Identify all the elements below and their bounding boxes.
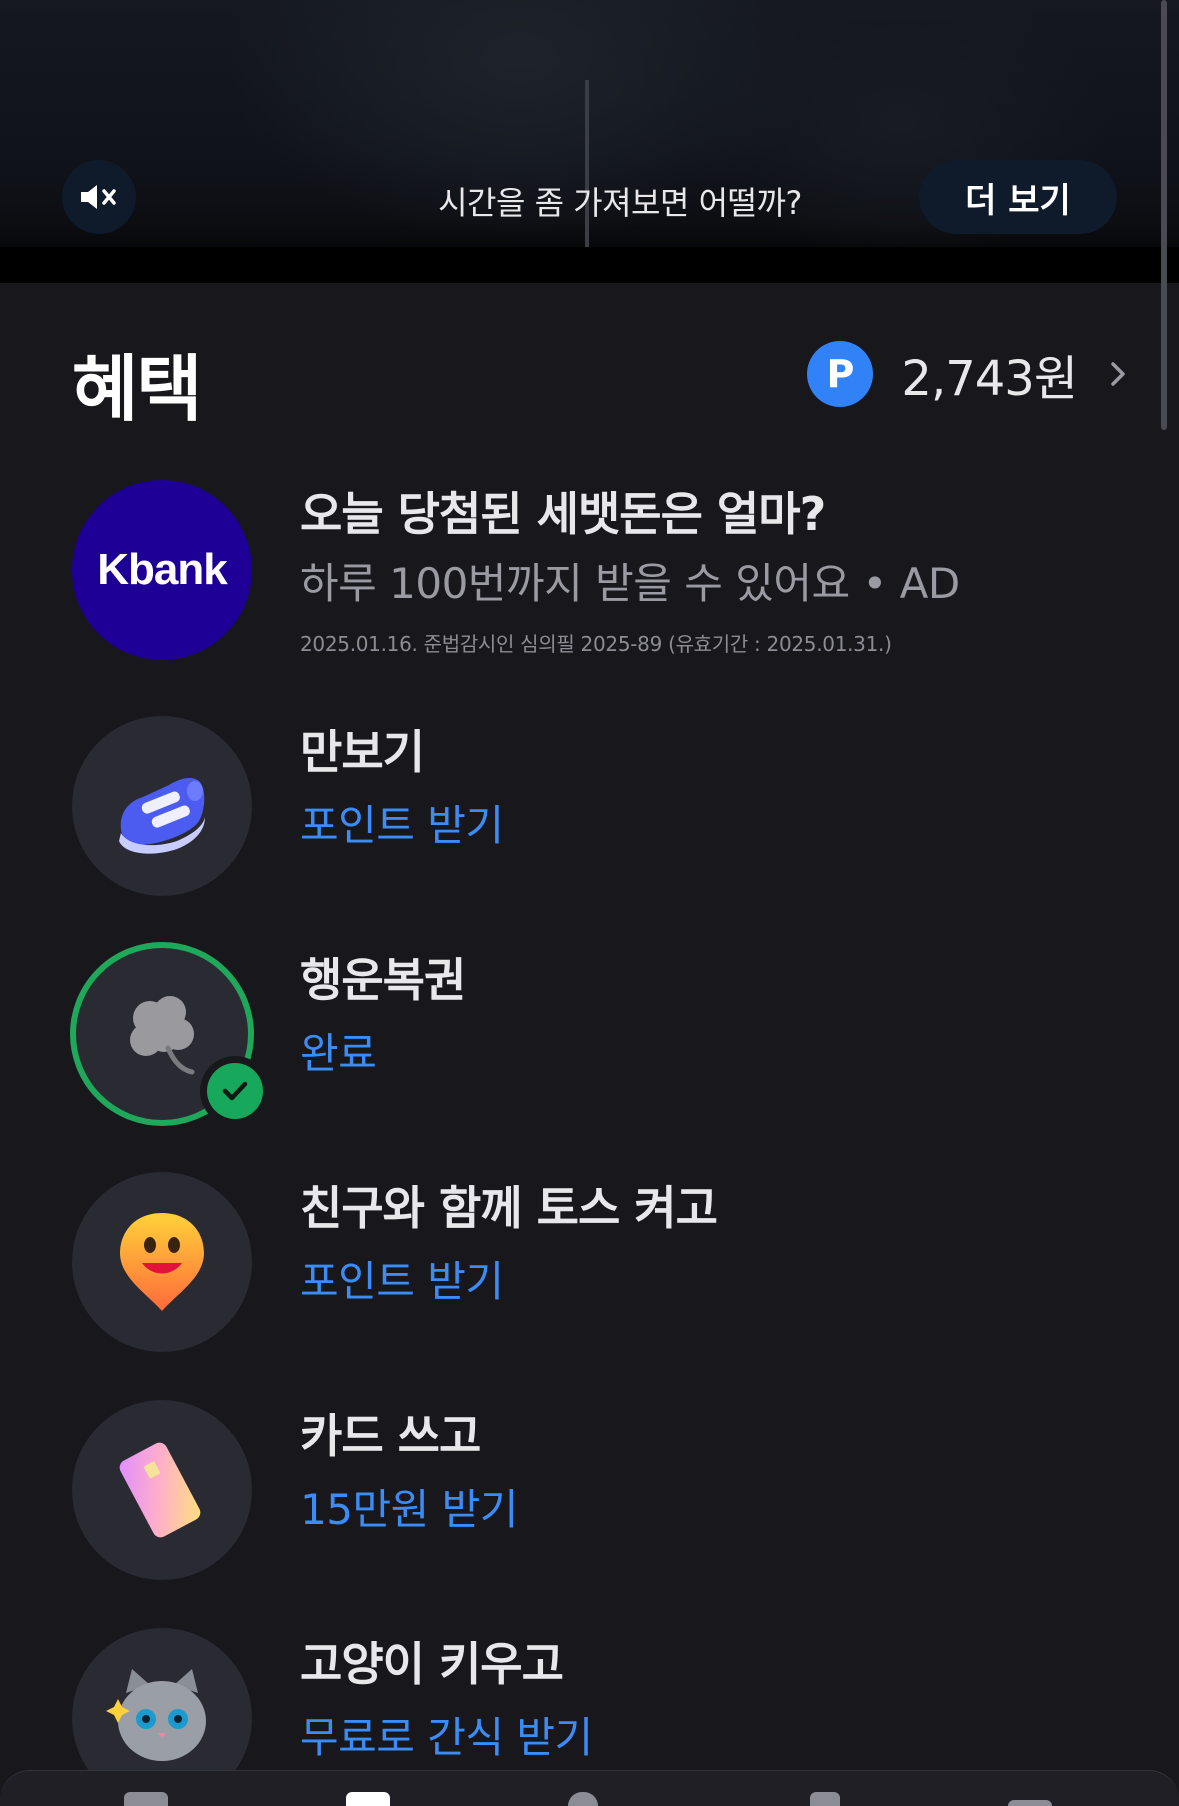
card-icon: [119, 1442, 201, 1538]
item-action[interactable]: 15만원 받기: [300, 1480, 518, 1540]
list-item-card[interactable]: 카드 쓰고 15만원 받기: [72, 1400, 1132, 1580]
scrollbar[interactable]: [1161, 0, 1167, 430]
item-title: 오늘 당첨된 세뱃돈은 얼마?: [300, 487, 826, 541]
kbank-logo-text: Kbank: [97, 545, 227, 594]
cat-icon: [106, 1669, 206, 1761]
points-summary[interactable]: P 2,743원: [807, 338, 1131, 410]
list-item-pedometer[interactable]: 만보기 포인트 받기: [72, 716, 1132, 896]
list-item-lottery[interactable]: 행운복권 완료: [70, 942, 1132, 1126]
item-title: 친구와 함께 토스 켜고: [300, 1181, 718, 1235]
completed-badge: [200, 1056, 270, 1126]
smiley-pin-icon: [120, 1213, 204, 1311]
speaker-muted-icon: [81, 185, 116, 209]
item-action[interactable]: 포인트 받기: [300, 796, 504, 856]
menu-tab-icon[interactable]: [1008, 1800, 1052, 1806]
item-action[interactable]: 무료로 간식 받기: [300, 1708, 593, 1768]
item-action[interactable]: 포인트 받기: [300, 1252, 717, 1312]
points-value: 2,743원: [901, 351, 1078, 407]
item-icon-circle: [72, 1400, 252, 1580]
screen: { "video": { "caption": "시간을 좀 가져보면 어떨까?…: [0, 0, 1179, 1806]
item-title: 행운복권: [300, 953, 466, 1007]
more-button[interactable]: 더 보기: [919, 160, 1117, 234]
video-bottom-bar: [0, 247, 1179, 283]
kbank-logo: Kbank: [72, 480, 252, 660]
mute-button[interactable]: [62, 160, 136, 234]
home-tab-icon[interactable]: [124, 1792, 168, 1806]
video-banner[interactable]: 시간을 좀 가져보면 어떨까? 더 보기: [0, 0, 1179, 283]
sneaker-icon: [119, 778, 205, 854]
chevron-right-icon: [1111, 362, 1125, 386]
page-title: 혜택: [72, 347, 202, 431]
item-fine-print: 2025.01.16. 준법감시인 심의필 2025-89 (유효기간 : 20…: [300, 632, 892, 656]
item-title: 고양이 키우고: [300, 1637, 564, 1691]
item-title: 만보기: [300, 725, 425, 779]
points-icon: P: [807, 341, 874, 407]
item-icon-circle: [72, 716, 252, 896]
check-icon: [222, 1081, 248, 1101]
item-subtitle: 하루 100번까지 받을 수 있어요 • AD: [300, 559, 960, 608]
item-title: 카드 쓰고: [300, 1409, 481, 1463]
list-item-kbank-ad[interactable]: Kbank 오늘 당첨된 세뱃돈은 얼마? 하루 100번까지 받을 수 있어요…: [72, 480, 1132, 680]
video-caption: 시간을 좀 가져보면 어떨까?: [438, 184, 802, 222]
item-action[interactable]: 완료: [300, 1024, 465, 1084]
item-icon-circle: [72, 1172, 252, 1352]
stock-tab-icon[interactable]: [810, 1792, 840, 1806]
list-item-friends[interactable]: 친구와 함께 토스 켜고 포인트 받기: [72, 1172, 1132, 1352]
benefits-tab-icon[interactable]: [346, 1792, 390, 1806]
